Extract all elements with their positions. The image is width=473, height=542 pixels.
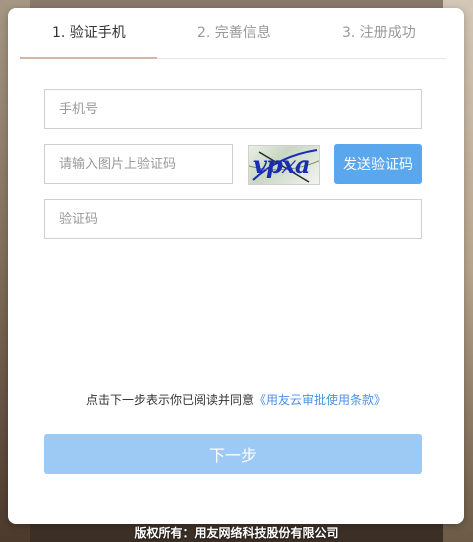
phone-input[interactable] [44,89,422,129]
sms-code-input[interactable] [44,199,422,239]
step-complete-info: 2. 完善信息 [197,25,271,41]
agreement-notice: 点击下一步表示你已阅读并同意《用友云审批使用条款》 [8,391,464,408]
step-verify-phone: 1. 验证手机 [52,25,126,41]
next-step-button[interactable]: 下一步 [44,434,422,474]
agreement-text: 点击下一步表示你已阅读并同意 [85,393,254,407]
terms-link[interactable]: 《用友云审批使用条款》 [254,393,386,407]
captcha-text: vpxa [253,150,311,179]
captcha-input[interactable] [44,144,233,184]
send-code-button[interactable]: 发送验证码 [334,144,422,184]
copyright-footer: 版权所有：用友网络科技股份有限公司 [134,526,339,540]
captcha-image[interactable]: vpxa [248,145,320,185]
active-step-underline [20,57,157,59]
step-register-success: 3. 注册成功 [342,25,416,41]
registration-card: 1. 验证手机 2. 完善信息 3. 注册成功 vpxa 发送验证码 点击下一步… [8,8,464,524]
step-tabs: 1. 验证手机 2. 完善信息 3. 注册成功 [20,8,446,59]
